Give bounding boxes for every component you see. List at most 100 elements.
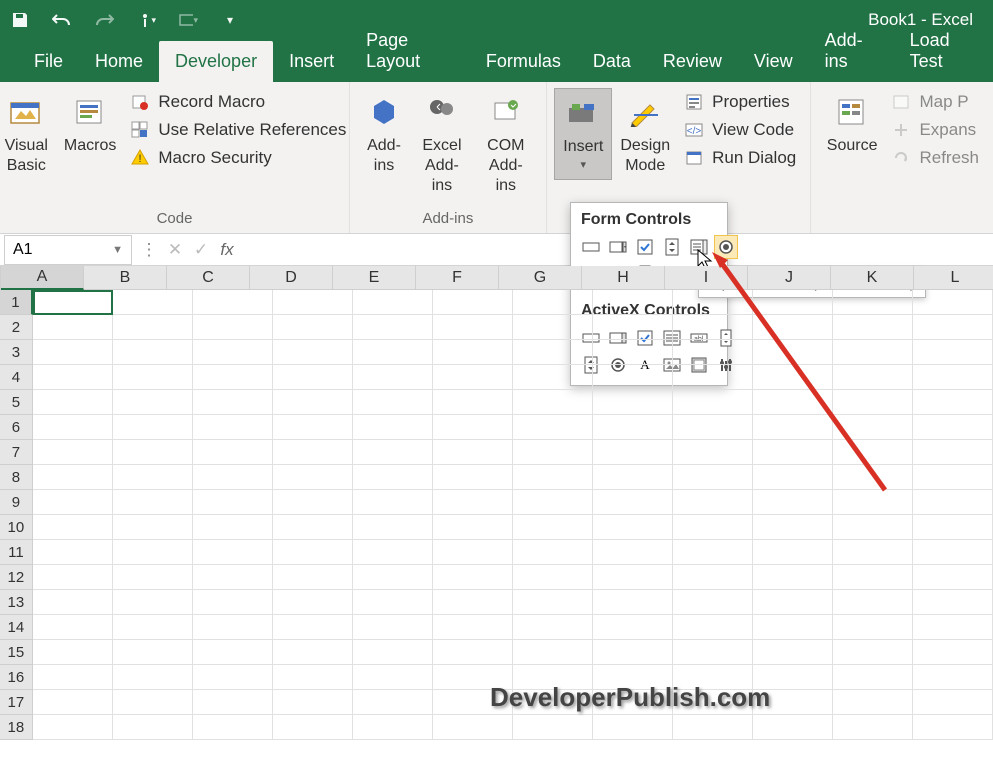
cell[interactable] (433, 365, 513, 390)
cell[interactable] (433, 640, 513, 665)
redo-icon[interactable] (94, 10, 114, 30)
addins-button[interactable]: Add- ins (358, 88, 410, 182)
cell[interactable] (673, 415, 753, 440)
cell[interactable] (913, 415, 993, 440)
cell[interactable] (193, 615, 273, 640)
cell[interactable] (593, 290, 673, 315)
tab-file[interactable]: File (18, 41, 79, 82)
cell[interactable] (513, 590, 593, 615)
qat-customize-icon[interactable]: ▾ (220, 10, 240, 30)
cell[interactable] (673, 490, 753, 515)
cell[interactable] (193, 690, 273, 715)
chevron-down-icon[interactable]: ▼ (112, 244, 123, 256)
cell[interactable] (913, 540, 993, 565)
tab-view[interactable]: View (738, 41, 809, 82)
cell[interactable] (33, 715, 113, 740)
column-header-D[interactable]: D (250, 266, 333, 290)
cell[interactable] (33, 490, 113, 515)
cell[interactable] (273, 465, 353, 490)
cell[interactable] (353, 715, 433, 740)
tab-addins[interactable]: Add-ins (809, 20, 894, 82)
cell[interactable] (593, 340, 673, 365)
cell[interactable] (113, 565, 193, 590)
cell[interactable] (833, 540, 913, 565)
cell[interactable] (33, 590, 113, 615)
cell[interactable] (113, 515, 193, 540)
touch-mode-icon[interactable]: ▾ (136, 10, 156, 30)
cell[interactable] (273, 290, 353, 315)
cell[interactable] (593, 440, 673, 465)
column-header-K[interactable]: K (831, 266, 914, 290)
cell[interactable] (193, 715, 273, 740)
cell[interactable] (353, 390, 433, 415)
cell[interactable] (913, 590, 993, 615)
cell[interactable] (193, 315, 273, 340)
cell[interactable] (913, 315, 993, 340)
cell[interactable] (753, 490, 833, 515)
cell[interactable] (673, 465, 753, 490)
cell[interactable] (673, 365, 753, 390)
cell[interactable] (113, 315, 193, 340)
cell[interactable] (833, 415, 913, 440)
cell[interactable] (513, 365, 593, 390)
column-header-B[interactable]: B (84, 266, 167, 290)
form-spinbutton-icon[interactable] (660, 235, 684, 259)
cell[interactable] (33, 415, 113, 440)
cell[interactable] (753, 290, 833, 315)
design-mode-button[interactable]: Design Mode (612, 88, 678, 182)
cell[interactable] (193, 665, 273, 690)
cell[interactable] (193, 490, 273, 515)
name-box[interactable]: A1 ▼ (4, 235, 132, 265)
cell[interactable] (753, 365, 833, 390)
cell[interactable] (913, 490, 993, 515)
form-listbox-icon[interactable] (687, 235, 711, 259)
cell[interactable] (753, 315, 833, 340)
cell[interactable] (913, 565, 993, 590)
cell[interactable] (193, 340, 273, 365)
cell[interactable] (593, 640, 673, 665)
cell[interactable] (513, 415, 593, 440)
save-icon[interactable] (10, 10, 30, 30)
row-header-3[interactable]: 3 (0, 340, 33, 365)
column-header-G[interactable]: G (499, 266, 582, 290)
cell[interactable] (753, 515, 833, 540)
cell[interactable] (193, 415, 273, 440)
column-header-I[interactable]: I (665, 266, 748, 290)
cell[interactable] (113, 640, 193, 665)
cell[interactable] (273, 390, 353, 415)
row-header-6[interactable]: 6 (0, 415, 33, 440)
cell[interactable] (913, 465, 993, 490)
cell[interactable] (273, 615, 353, 640)
cell[interactable] (913, 390, 993, 415)
cell[interactable] (913, 615, 993, 640)
cell[interactable] (593, 415, 673, 440)
cell[interactable] (593, 565, 673, 590)
cell[interactable] (753, 415, 833, 440)
cell[interactable] (753, 540, 833, 565)
cell[interactable] (353, 615, 433, 640)
visual-basic-button[interactable]: Visual Basic (0, 88, 56, 182)
cell[interactable] (673, 440, 753, 465)
cell[interactable] (833, 715, 913, 740)
cell[interactable] (273, 340, 353, 365)
cell[interactable] (113, 390, 193, 415)
cell[interactable] (593, 490, 673, 515)
cell[interactable] (273, 515, 353, 540)
cell[interactable] (513, 515, 593, 540)
cell[interactable] (193, 565, 273, 590)
row-header-2[interactable]: 2 (0, 315, 33, 340)
cell[interactable] (113, 340, 193, 365)
cell[interactable] (593, 365, 673, 390)
cell[interactable] (753, 340, 833, 365)
cell[interactable] (753, 715, 833, 740)
row-header-18[interactable]: 18 (0, 715, 33, 740)
cell[interactable] (113, 440, 193, 465)
cell[interactable] (913, 640, 993, 665)
cell[interactable] (593, 515, 673, 540)
cell[interactable] (833, 315, 913, 340)
row-header-1[interactable]: 1 (0, 290, 33, 315)
cell[interactable] (673, 290, 753, 315)
macros-button[interactable]: Macros (56, 88, 124, 162)
cell[interactable] (33, 290, 113, 315)
cell[interactable] (913, 440, 993, 465)
